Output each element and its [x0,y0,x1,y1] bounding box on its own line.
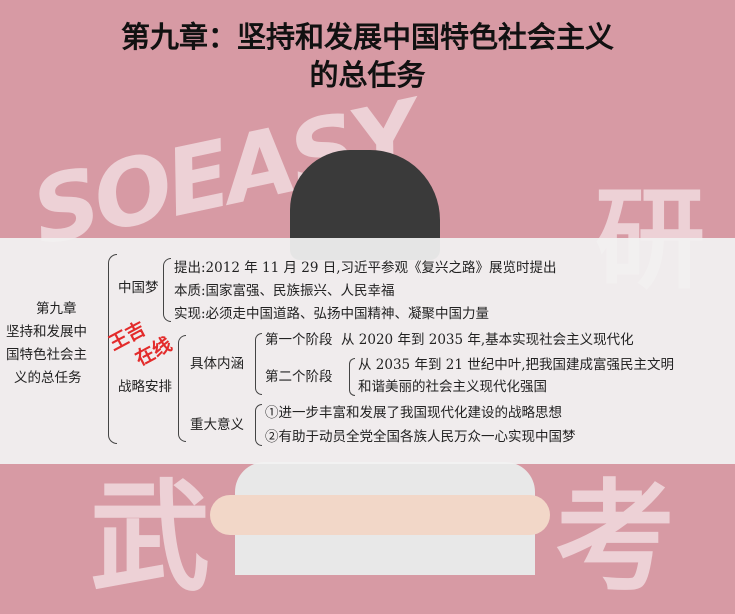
stage2-text-line-1: 从 2035 年到 21 世纪中叶,把我国建成富强民主文明 [358,357,674,373]
stage1-label: 第一个阶段 [265,332,333,348]
stage1-text: 从 2020 年到 2035 年,基本实现社会主义现代化 [341,332,634,348]
zhongda-brace [255,404,262,446]
root-line-2: 坚持和发展中 [6,324,87,340]
juti-label: 具体内涵 [190,356,244,372]
stage2-text-line-2: 和谐美丽的社会主义现代化强国 [358,379,547,395]
zhongda-label: 重大意义 [190,417,244,433]
stage2-brace [349,358,355,396]
root-line-3: 国特色社会主 [6,347,87,363]
wu-deco-text: 武 [90,469,210,608]
title-line-1: 第九章：坚持和发展中国特色社会主义 [120,20,614,54]
root-line-4: 义的总任务 [14,370,82,386]
juti-brace [255,333,262,395]
root-line-1: 第九章 [36,301,77,317]
zhongguomeng-item-benzhi: 本质:国家富强、民族振兴、人民幸福 [174,283,395,299]
page-title: 第九章：坚持和发展中国特色社会主义 的总任务 [0,18,735,94]
zhongguomeng-item-shixian: 实现:必须走中国道路、弘扬中国精神、凝聚中国力量 [174,306,490,322]
zhongda-item-1: ①进一步丰富和发展了我国现代化建设的战略思想 [265,405,562,421]
zhongguomeng-item-tichu: 提出:2012 年 11 月 29 日,习近平参观《复兴之路》展览时提出 [174,260,557,276]
zhongguomeng-label: 中国梦 [118,280,159,296]
stage2-label: 第二个阶段 [265,369,333,385]
kao-deco-text: 考 [555,469,675,608]
person-arms-image [210,495,550,535]
title-line-2: 的总任务 [309,58,426,92]
zhongda-item-2: ②有助于动员全党全国各族人民万众一心实现中国梦 [265,429,576,445]
